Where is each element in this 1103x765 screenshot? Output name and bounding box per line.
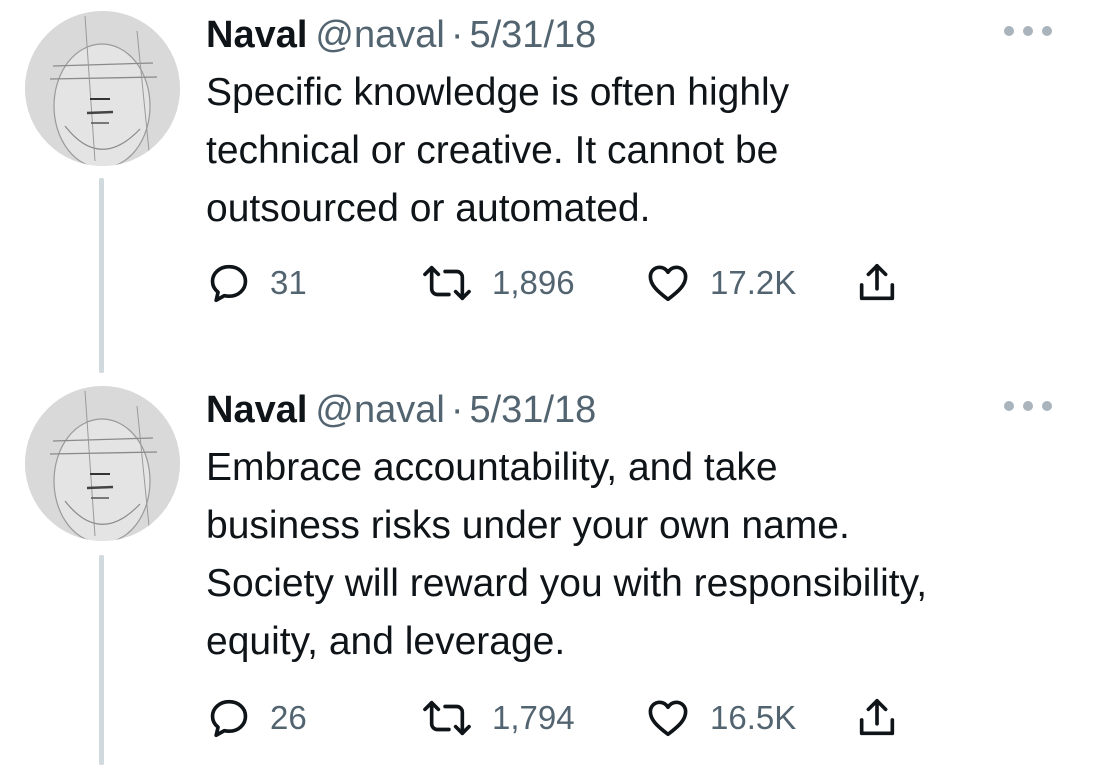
share-button[interactable]	[854, 693, 900, 743]
thread-connector-line	[99, 555, 104, 765]
reply-count: 26	[270, 699, 307, 736]
reply-button[interactable]: 26	[206, 693, 307, 743]
tweet-actions: 26 1,794 16.5K	[206, 693, 926, 743]
more-dot	[1042, 401, 1052, 411]
separator-dot: ·	[450, 389, 464, 431]
retweet-count: 1,896	[492, 264, 575, 301]
like-button[interactable]: 16.5K	[644, 693, 796, 743]
reply-icon	[210, 699, 248, 738]
reply-icon	[210, 264, 248, 303]
more-dot	[1023, 401, 1033, 411]
tweet-text: Embrace accountability, and take busines…	[206, 439, 1086, 671]
retweet-count: 1,794	[492, 699, 575, 736]
share-button[interactable]	[854, 258, 900, 308]
retweet-icon	[423, 700, 471, 736]
more-dot	[1004, 26, 1014, 36]
like-count: 16.5K	[710, 699, 797, 736]
tweet-header: Naval @naval · 5/31/18	[206, 12, 596, 58]
tweet-text-line: outsourced or automated.	[206, 187, 651, 230]
tweet-date[interactable]: 5/31/18	[469, 14, 596, 56]
tweet-thread: Naval @naval · 5/31/18 Specific knowledge i…	[0, 0, 1103, 765]
like-count: 17.2K	[710, 264, 797, 301]
reply-button[interactable]: 31	[206, 258, 307, 308]
more-dot	[1023, 26, 1033, 36]
tweet-actions: 31 1,896 17.2K	[206, 258, 926, 308]
retweet-button[interactable]: 1,896	[420, 258, 575, 308]
heart-icon	[648, 265, 688, 302]
retweet-icon	[423, 265, 471, 301]
reply-count: 31	[270, 264, 307, 301]
display-name[interactable]: Naval	[206, 14, 307, 56]
share-icon	[859, 698, 895, 736]
thread-connector-line	[99, 178, 104, 373]
tweet-text-line: business risks under your own name.	[206, 504, 850, 547]
user-handle[interactable]: @naval	[315, 14, 444, 56]
more-dot	[1042, 26, 1052, 36]
retweet-button[interactable]: 1,794	[420, 693, 575, 743]
more-icon[interactable]	[1004, 399, 1052, 413]
tweet-text-line: technical or creative. It cannot be	[206, 129, 779, 172]
heart-icon	[648, 700, 688, 737]
user-handle[interactable]: @naval	[315, 389, 444, 431]
tweet-date[interactable]: 5/31/18	[469, 389, 596, 431]
avatar[interactable]	[25, 11, 180, 166]
separator-dot: ·	[450, 14, 464, 56]
like-button[interactable]: 17.2K	[644, 258, 796, 308]
more-dot	[1004, 401, 1014, 411]
tweet[interactable]: Naval @naval · 5/31/18 Specific knowledge i…	[0, 0, 1103, 375]
more-icon[interactable]	[1004, 24, 1052, 38]
tweet-text-line: Society will reward you with responsibil…	[206, 562, 928, 605]
tweet-text: Specific knowledge is often highly techn…	[206, 64, 1086, 238]
avatar-sketch-image	[25, 386, 180, 541]
tweet[interactable]: Naval @naval · 5/31/18 Embrace accountabili…	[0, 375, 1103, 765]
avatar-sketch-image	[25, 11, 180, 166]
tweet-text-line: equity, and leverage.	[206, 620, 566, 663]
tweet-header: Naval @naval · 5/31/18	[206, 387, 596, 433]
tweet-text-line: Embrace accountability, and take	[206, 446, 778, 489]
display-name[interactable]: Naval	[206, 389, 307, 431]
share-icon	[859, 263, 895, 301]
avatar[interactable]	[25, 386, 180, 541]
tweet-text-line: Specific knowledge is often highly	[206, 71, 790, 114]
